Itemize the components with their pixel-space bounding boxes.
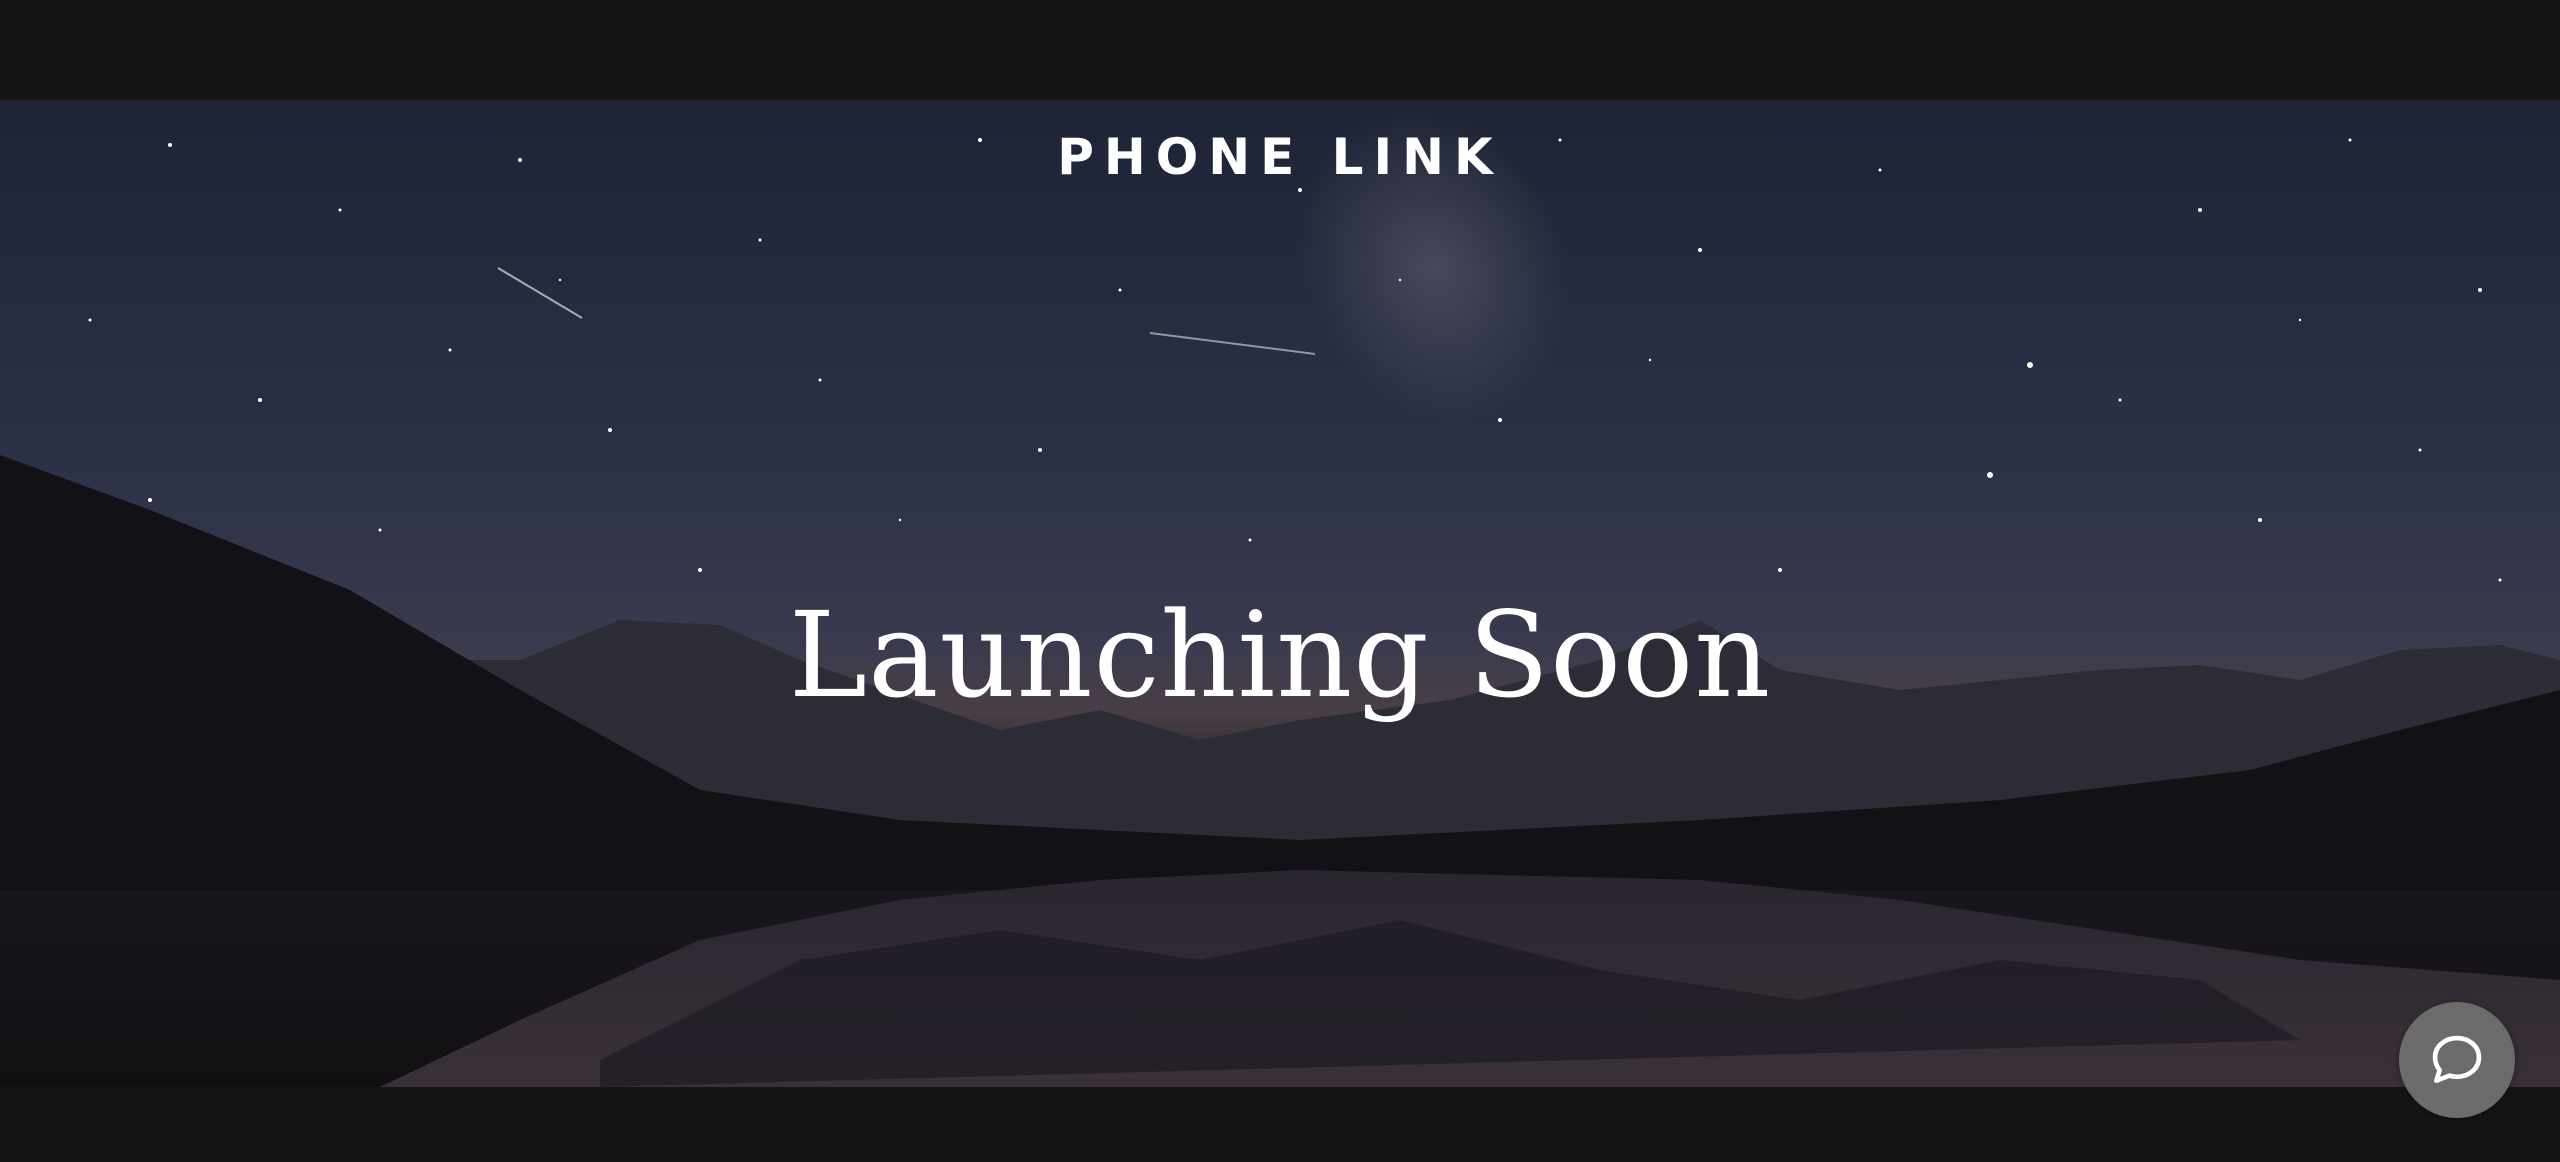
page-title: Launching Soon [788,586,1772,724]
site-brand[interactable]: PHONE LINK [0,128,2560,186]
chat-button[interactable] [2399,1002,2515,1118]
top-bar [0,0,2560,100]
chat-bubble-icon [2432,1035,2482,1083]
bottom-bar [0,1087,2560,1162]
